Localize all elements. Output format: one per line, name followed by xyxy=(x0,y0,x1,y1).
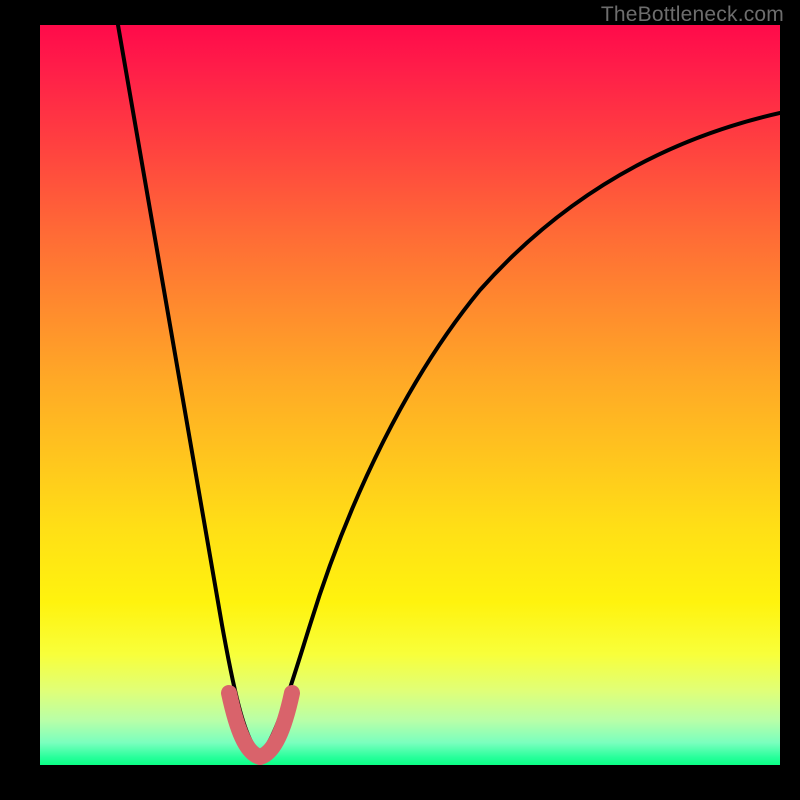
bottleneck-curve xyxy=(118,25,780,755)
bottom-highlight xyxy=(229,693,292,757)
curve-layer xyxy=(40,25,780,765)
plot-area xyxy=(40,25,780,765)
chart-frame: TheBottleneck.com xyxy=(0,0,800,800)
watermark-text: TheBottleneck.com xyxy=(601,3,784,27)
